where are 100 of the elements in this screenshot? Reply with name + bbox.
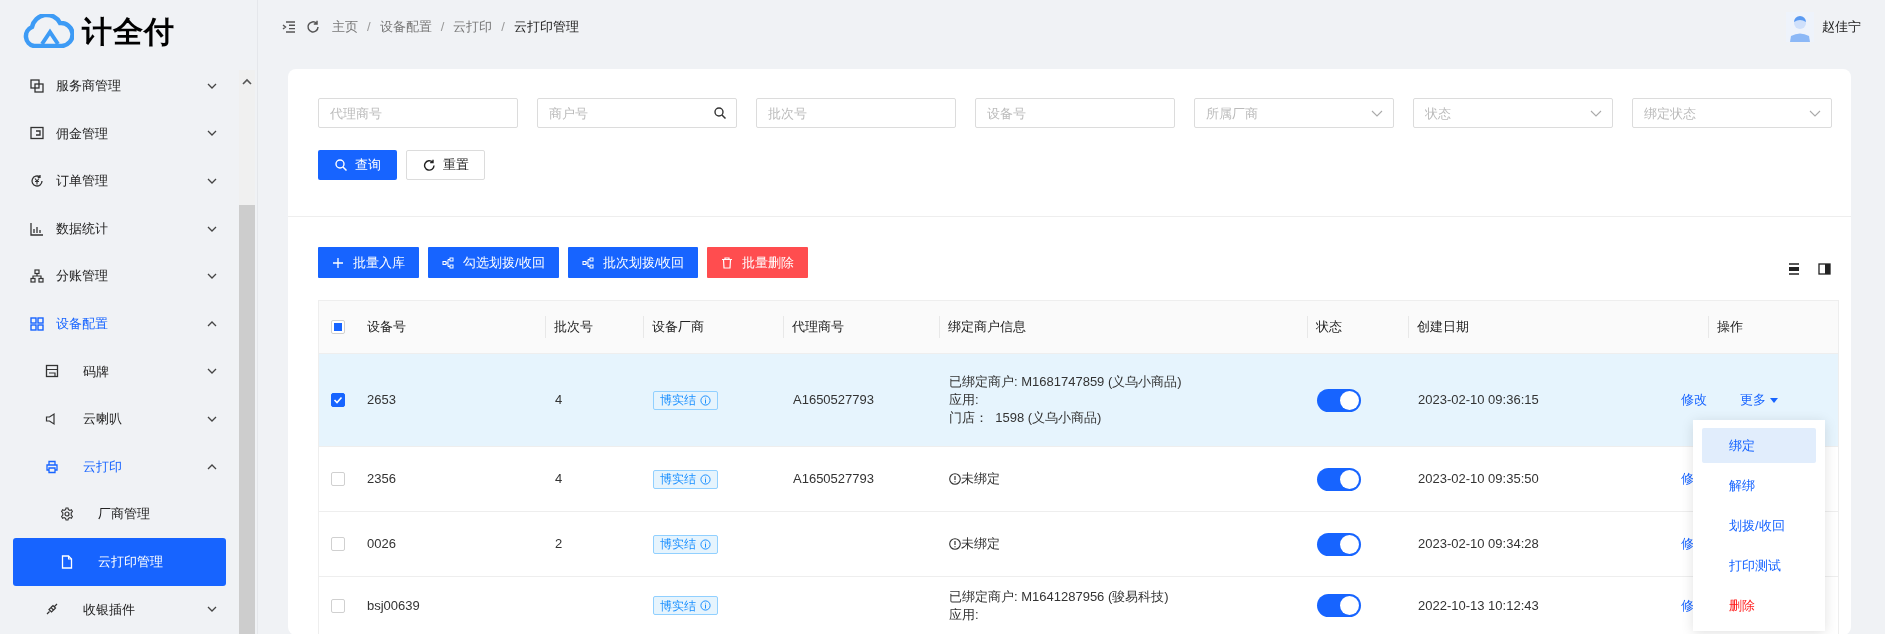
status-toggle[interactable] <box>1317 594 1361 617</box>
chevron-down-icon <box>1809 109 1821 117</box>
column-header: 设备厂商 <box>652 318 704 337</box>
chevron-icon <box>207 272 217 281</box>
breadcrumb-separator: / <box>367 17 371 36</box>
binding-info-text: 应用: <box>949 391 980 409</box>
chevron-icon <box>207 367 217 376</box>
column-settings-icon[interactable] <box>1818 262 1831 275</box>
column-header: 代理商号 <box>792 318 844 337</box>
vendor-tag[interactable]: 博实结 <box>653 390 718 410</box>
table-cell-text: 2356 <box>367 470 396 489</box>
nodes-icon <box>581 256 594 269</box>
breadcrumb-link[interactable]: 主页 <box>332 16 358 37</box>
logo-text: 计全付 <box>82 13 175 50</box>
binding-info-text: 应用: <box>949 605 980 624</box>
unbound-text: 未绑定 <box>961 470 1000 489</box>
column-header: 创建日期 <box>1417 318 1469 337</box>
toolbar-button[interactable]: 批量入库 <box>318 247 419 278</box>
refresh-icon <box>422 159 435 171</box>
edit-link[interactable]: 修改 <box>1681 390 1707 410</box>
sidebar-item[interactable]: 码牌 <box>0 347 239 396</box>
chevron-icon <box>207 224 217 233</box>
sidebar-item[interactable]: 服务商管理 <box>0 62 239 110</box>
sidebar-item[interactable]: 云打印 <box>0 442 239 491</box>
search-field[interactable]: 商户号 <box>537 98 737 128</box>
plug-icon <box>45 602 59 617</box>
refresh-icon[interactable] <box>306 19 320 34</box>
sidebar-item[interactable]: 设备配置 <box>0 299 239 348</box>
gear-icon <box>60 507 74 522</box>
breadcrumb-link[interactable]: 设备配置 <box>379 16 432 37</box>
chevron-down-icon <box>1590 109 1602 117</box>
search-icon[interactable] <box>714 107 726 119</box>
chevron-icon <box>207 81 217 90</box>
search-icon <box>334 159 347 171</box>
vendor-tag[interactable]: 博实结 <box>653 534 718 554</box>
table-cell-text: 2022-10-13 10:12:43 <box>1418 596 1539 615</box>
input-field[interactable]: 设备号 <box>975 98 1175 128</box>
user-name[interactable]: 赵佳宁 <box>1822 16 1861 37</box>
chevron-icon <box>207 129 217 138</box>
scroll-thumb[interactable] <box>239 205 255 634</box>
sidebar-item[interactable]: 收银插件 <box>0 585 239 634</box>
breadcrumb-separator: / <box>440 17 445 36</box>
more-link[interactable]: 更多 <box>1740 390 1778 410</box>
bar-chart-icon <box>30 221 44 236</box>
grid-icon <box>30 316 44 331</box>
toolbar-button[interactable]: 勾选划拨/收回 <box>428 247 559 278</box>
input-field[interactable]: 批次号 <box>756 98 956 128</box>
nodes-icon <box>442 256 454 269</box>
menu-fold-icon[interactable] <box>282 20 296 33</box>
edit-link[interactable]: 修 <box>1681 469 1694 489</box>
breadcrumb-link[interactable]: 云打印 <box>453 16 493 37</box>
chevron-icon <box>207 414 217 423</box>
table-cell-text: 2 <box>555 535 563 554</box>
warning-icon <box>949 473 961 485</box>
vendor-tag[interactable]: 博实结 <box>653 596 718 615</box>
select-field[interactable]: 状态 <box>1413 98 1613 128</box>
sidebar-item[interactable]: 数据统计 <box>0 204 239 253</box>
breadcrumb-separator: / <box>501 17 505 36</box>
hierarchy-icon <box>30 269 44 284</box>
vendor-tag[interactable]: 博实结 <box>653 469 718 489</box>
status-toggle[interactable] <box>1317 532 1361 556</box>
binding-info-text: 已绑定商户: M1681747859 (义乌小商品) <box>949 373 1182 391</box>
density-icon[interactable] <box>1788 262 1800 275</box>
sidebar-item[interactable]: 厂商管理 <box>0 490 239 538</box>
sidebar-item[interactable]: 云喇叭 <box>0 395 239 443</box>
select-field[interactable]: 所属厂商 <box>1194 98 1394 128</box>
input-field[interactable]: 代理商号 <box>318 98 518 128</box>
scroll-up-icon[interactable] <box>242 78 252 85</box>
info-icon <box>700 394 711 406</box>
check-icon <box>333 395 343 405</box>
edit-link[interactable]: 修 <box>1681 595 1694 616</box>
toolbar-button[interactable]: 批次划拨/收回 <box>567 247 699 278</box>
plus-icon <box>332 256 344 269</box>
select-all-checkbox[interactable] <box>331 320 345 334</box>
table-cell-text: 2653 <box>367 391 396 410</box>
user-avatar-icon[interactable] <box>1786 11 1814 42</box>
column-header: 批次号 <box>554 318 593 337</box>
status-toggle[interactable] <box>1317 388 1361 412</box>
table-cell-text: A1650527793 <box>793 470 874 489</box>
column-header: 设备号 <box>367 318 406 337</box>
sidebar-item[interactable]: 订单管理 <box>0 157 239 205</box>
select-field[interactable]: 绑定状态 <box>1632 98 1832 128</box>
sidebar-item[interactable]: 云打印管理 <box>13 537 226 586</box>
toolbar-button[interactable]: 批量删除 <box>707 247 809 278</box>
printer-icon <box>45 459 59 474</box>
menu-item[interactable]: 删除 <box>1702 588 1816 623</box>
sidebar-item[interactable]: 分账管理 <box>0 252 239 300</box>
scrollbar[interactable] <box>239 70 255 634</box>
sidebar-item[interactable]: 佣金管理 <box>0 109 239 158</box>
breadcrumb-current: 云打印管理 <box>513 17 579 36</box>
table-cell-text: 4 <box>555 391 563 410</box>
menu-item[interactable]: 绑定 <box>1702 428 1816 463</box>
storefront-icon <box>45 364 59 379</box>
reset-button[interactable]: 重置 <box>406 150 485 180</box>
edit-link[interactable]: 修 <box>1681 534 1694 554</box>
menu-item[interactable]: 解绑 <box>1702 468 1816 503</box>
row-checkbox[interactable] <box>331 393 345 407</box>
search-button[interactable]: 查询 <box>318 150 397 180</box>
copy-icon <box>30 78 44 93</box>
status-toggle[interactable] <box>1317 467 1361 491</box>
